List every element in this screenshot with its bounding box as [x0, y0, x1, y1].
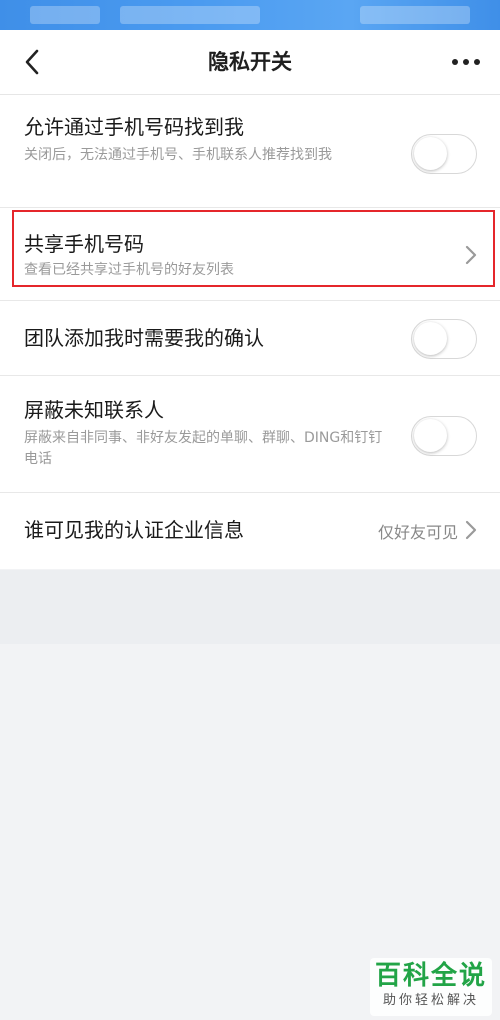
- watermark-title: 百科全说: [374, 961, 487, 991]
- chevron-left-icon: [25, 49, 39, 75]
- navigation-bar: 隐私开关: [0, 30, 500, 95]
- setting-title: 共享手机号码: [24, 232, 144, 256]
- setting-value: 仅好友可见: [377, 523, 458, 542]
- watermark-logo: 百科全说 助你轻松解决: [370, 958, 492, 1016]
- chevron-right-icon: [465, 245, 477, 265]
- setting-block-unknown: 屏蔽未知联系人 屏蔽来自非同事、非好友发起的单聊、群聊、DING和钉钉电话: [0, 376, 500, 493]
- list-footer-strip: [0, 570, 500, 644]
- toggle-knob: [414, 419, 447, 452]
- back-button[interactable]: [10, 40, 54, 84]
- status-bar-blurred-left: [30, 6, 100, 24]
- status-bar: [0, 0, 500, 30]
- setting-subtitle: 查看已经共享过手机号的好友列表: [24, 262, 234, 278]
- block-unknown-toggle[interactable]: [411, 416, 477, 456]
- setting-share-phone[interactable]: 共享手机号码 查看已经共享过手机号的好友列表: [0, 208, 500, 301]
- chevron-right-icon: [465, 520, 477, 540]
- status-bar-blurred-right: [360, 6, 470, 24]
- more-dots-icon: [452, 59, 480, 65]
- setting-enterprise-info-visibility[interactable]: 谁可见我的认证企业信息 仅好友可见: [0, 493, 500, 569]
- setting-subtitle: 关闭后，无法通过手机号、手机联系人推荐找到我: [24, 147, 332, 163]
- team-add-confirm-toggle[interactable]: [411, 319, 477, 359]
- toggle-knob: [414, 322, 447, 355]
- settings-list: 允许通过手机号码找到我 关闭后，无法通过手机号、手机联系人推荐找到我 共享手机号…: [0, 95, 500, 569]
- watermark-subtitle: 助你轻松解决: [382, 993, 479, 1008]
- setting-find-by-phone: 允许通过手机号码找到我 关闭后，无法通过手机号、手机联系人推荐找到我: [0, 95, 500, 208]
- page-title: 隐私开关: [208, 50, 292, 74]
- toggle-knob: [414, 137, 447, 170]
- status-bar-blurred-center: [120, 6, 260, 24]
- more-button[interactable]: [444, 40, 488, 84]
- find-by-phone-toggle[interactable]: [411, 134, 477, 174]
- setting-team-add-confirm: 团队添加我时需要我的确认: [0, 301, 500, 376]
- setting-subtitle: 屏蔽来自非同事、非好友发起的单聊、群聊、DING和钉钉电话: [24, 430, 383, 467]
